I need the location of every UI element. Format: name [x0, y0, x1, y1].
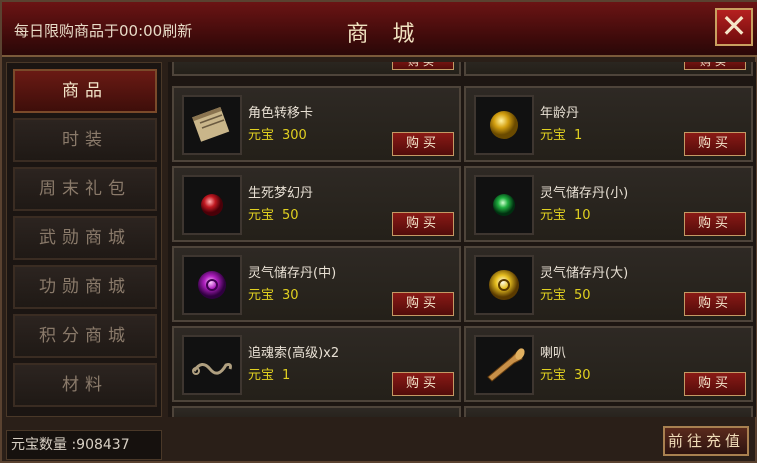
sidebar-item-gongxun-shop[interactable]: 功勋商城 [13, 265, 157, 309]
red-pill-icon [182, 175, 242, 235]
rope-icon [182, 335, 242, 395]
green-orb-icon [474, 175, 534, 235]
item-name: 喇叭 [540, 346, 567, 361]
item-price: 元宝 10 [540, 204, 591, 223]
item-card: 喇叭 元宝 30 购买 [464, 326, 753, 402]
item-card: 追魂索(高级)x2 元宝 1 购买 [172, 326, 461, 402]
currency-label: 元宝 [540, 368, 567, 383]
item-price: 元宝 1 [248, 364, 290, 383]
price-value: 50 [574, 288, 591, 303]
item-price: 元宝 300 [248, 124, 307, 143]
item-name: 年龄丹 [540, 106, 580, 121]
currency-label: 元宝 [248, 208, 275, 223]
horn-icon [474, 335, 534, 395]
currency-label: 元宝 [540, 208, 567, 223]
buy-button[interactable]: 购买 [392, 212, 454, 236]
item-name: 生死梦幻丹 [248, 186, 314, 201]
title-bar: 每日限购商品于00:00刷新 商城 ✕ [2, 2, 757, 57]
item-card: 灵气储存丹(小) 元宝 10 购买 [464, 166, 753, 242]
sidebar-item-weekend-pack[interactable]: 周末礼包 [13, 167, 157, 211]
currency-label: 元宝 [540, 288, 567, 303]
purple-orb-icon [182, 255, 242, 315]
item-name: 角色转移卡 [248, 106, 314, 121]
sidebar-item-fashion[interactable]: 时装 [13, 118, 157, 162]
sidebar-item-goods[interactable]: 商品 [13, 69, 157, 113]
buy-button[interactable]: 购买 [684, 372, 746, 396]
item-name: 灵气储存丹(中) [248, 266, 337, 281]
item-price: 元宝 1 [540, 124, 582, 143]
sidebar-item-materials[interactable]: 材料 [13, 363, 157, 407]
shop-window: 每日限购商品于00:00刷新 商城 ✕ 商品 时装 周末礼包 武勋商城 功勋商城… [0, 0, 757, 463]
price-value: 1 [574, 128, 583, 143]
scroll-icon [182, 95, 242, 155]
item-price: 元宝 30 [248, 284, 299, 303]
price-value: 30 [282, 288, 299, 303]
category-sidebar: 商品 时装 周末礼包 武勋商城 功勋商城 积分商城 材料 [6, 62, 162, 417]
item-name: 灵气储存丹(小) [540, 186, 629, 201]
price-value: 300 [282, 128, 307, 143]
sidebar-item-points-shop[interactable]: 积分商城 [13, 314, 157, 358]
price-value: 10 [574, 208, 591, 223]
sidebar-item-wuxun-shop[interactable]: 武勋商城 [13, 216, 157, 260]
item-card-partial: 购买 [172, 62, 461, 76]
buy-button[interactable]: 购买 [392, 372, 454, 396]
item-card-partial [464, 406, 753, 417]
currency-label: 元宝 [248, 368, 275, 383]
item-card-partial [172, 406, 461, 417]
price-value: 30 [574, 368, 591, 383]
item-price: 元宝 50 [248, 204, 299, 223]
buy-button[interactable]: 购买 [684, 132, 746, 156]
buy-button[interactable]: 购买 [392, 62, 454, 70]
buy-button[interactable]: 购买 [392, 132, 454, 156]
gold-orb-icon [474, 255, 534, 315]
item-grid: 购买 购买 角色转移卡 元宝 300 购买 年龄丹 元宝 1 购买 [168, 62, 756, 417]
item-price: 元宝 50 [540, 284, 591, 303]
balance-display: 元宝数量 :908437 [6, 430, 162, 460]
item-card: 年龄丹 元宝 1 购买 [464, 86, 753, 162]
buy-button[interactable]: 购买 [684, 292, 746, 316]
item-price: 元宝 30 [540, 364, 591, 383]
buy-button[interactable]: 购买 [392, 292, 454, 316]
currency-label: 元宝 [248, 128, 275, 143]
item-name: 灵气储存丹(大) [540, 266, 629, 281]
recharge-button[interactable]: 前往充值 [663, 426, 749, 456]
item-card: 灵气储存丹(中) 元宝 30 购买 [172, 246, 461, 322]
close-button[interactable]: ✕ [715, 8, 753, 46]
price-value: 50 [282, 208, 299, 223]
item-card: 灵气储存丹(大) 元宝 50 购买 [464, 246, 753, 322]
buy-button[interactable]: 购买 [684, 212, 746, 236]
currency-label: 元宝 [248, 288, 275, 303]
golden-pill-icon [474, 95, 534, 155]
item-card: 生死梦幻丹 元宝 50 购买 [172, 166, 461, 242]
item-card: 角色转移卡 元宝 300 购买 [172, 86, 461, 162]
window-title: 商城 [346, 22, 439, 47]
buy-button[interactable]: 购买 [684, 62, 746, 70]
currency-label: 元宝 [540, 128, 567, 143]
item-name: 追魂索(高级)x2 [248, 346, 340, 361]
item-card-partial: 购买 [464, 62, 753, 76]
price-value: 1 [282, 368, 291, 383]
